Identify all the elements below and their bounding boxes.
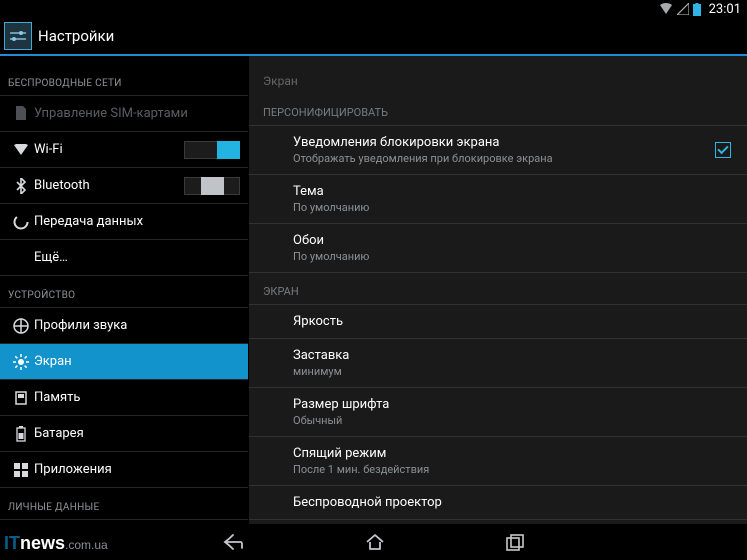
sidebar-item-data-usage[interactable]: Передача данных [0, 204, 248, 240]
sidebar-item-label: Профили звука [34, 318, 240, 333]
detail-title: Экран [249, 56, 747, 94]
sidebar-item-bluetooth[interactable]: Bluetooth [0, 168, 248, 204]
battery-icon [693, 3, 701, 16]
sidebar-item-apps[interactable]: Приложения [0, 452, 248, 488]
pref-subtitle: По умолчанию [293, 250, 731, 263]
battery-icon [8, 426, 34, 442]
sidebar-item-label: Ещё… [34, 250, 240, 265]
pref-title: Спящий режим [293, 446, 731, 461]
sound-icon [8, 318, 34, 334]
wifi-toggle[interactable] [184, 141, 240, 159]
data-usage-icon [8, 214, 34, 230]
lock-notifications-checkbox[interactable] [715, 142, 731, 158]
sidebar-item-label: Батарея [34, 426, 240, 441]
nav-home-button[interactable] [365, 533, 385, 551]
sidebar-item-label: Приложения [34, 462, 240, 477]
pref-title: Уведомления блокировки экрана [293, 135, 715, 150]
sidebar-item-wifi[interactable]: Wi-Fi [0, 132, 248, 168]
pref-subtitle: минимум [293, 365, 731, 378]
watermark-it: IT [4, 533, 20, 553]
pref-sleep[interactable]: Спящий режим После 1 мин. бездействия [249, 437, 747, 486]
status-clock: 23:01 [709, 2, 741, 17]
pref-title: Размер шрифта [293, 397, 731, 412]
bluetooth-icon [8, 178, 34, 194]
settings-app-icon [4, 22, 32, 50]
pref-title: Заставка [293, 348, 731, 363]
display-icon [8, 354, 34, 370]
cell-signal-icon [677, 3, 689, 15]
pref-theme[interactable]: Тема По умолчанию [249, 175, 747, 224]
section-header-wireless: БЕСПРОВОДНЫЕ СЕТИ [0, 56, 248, 96]
sidebar-item-display[interactable]: Экран [0, 344, 248, 380]
pref-subtitle: Отображать уведомления при блокировке эк… [293, 152, 715, 165]
status-bar: 23:01 [0, 0, 747, 18]
wifi-icon [8, 144, 34, 156]
sim-icon [8, 106, 34, 122]
sidebar-item-battery[interactable]: Батарея [0, 416, 248, 452]
section-header-personal: ЛИЧНЫЕ ДАННЫЕ [0, 488, 248, 520]
wifi-status-icon [659, 3, 673, 15]
sidebar-item-sound[interactable]: Профили звука [0, 308, 248, 344]
sidebar-item-label: Управление SIM-картами [34, 106, 240, 121]
pref-font-size[interactable]: Размер шрифта Обычный [249, 388, 747, 437]
sidebar-item-more[interactable]: Ещё… [0, 240, 248, 276]
pref-lock-notifications[interactable]: Уведомления блокировки экрана Отображать… [249, 126, 747, 175]
apps-icon [8, 463, 34, 477]
pref-brightness[interactable]: Яркость [249, 305, 747, 339]
pref-title: Беспроводной проектор [293, 495, 731, 510]
sidebar-item-storage[interactable]: Память [0, 380, 248, 416]
category-screen: ЭКРАН [249, 273, 747, 305]
pref-subtitle: Обычный [293, 414, 731, 427]
nav-back-button[interactable] [223, 533, 245, 551]
app-title: Настройки [38, 27, 114, 45]
watermark-news: news [20, 533, 65, 553]
pref-title: Обои [293, 233, 731, 248]
sidebar-item-sim[interactable]: Управление SIM-картами [0, 96, 248, 132]
sidebar-item-label: Wi-Fi [34, 142, 184, 157]
pref-title: Яркость [293, 314, 731, 329]
watermark-domain: .com.ua [65, 538, 108, 552]
pref-daydream[interactable]: Заставка минимум [249, 339, 747, 388]
watermark: ITnews.com.ua [4, 533, 108, 554]
section-header-device: УСТРОЙСТВО [0, 276, 248, 308]
pref-wallpaper[interactable]: Обои По умолчанию [249, 224, 747, 273]
pref-subtitle: По умолчанию [293, 201, 731, 214]
content-area: БЕСПРОВОДНЫЕ СЕТИ Управление SIM-картами… [0, 56, 747, 524]
pref-cast[interactable]: Беспроводной проектор [249, 486, 747, 520]
nav-recent-button[interactable] [505, 533, 525, 551]
sidebar-item-label: Память [34, 390, 240, 405]
settings-sidebar: БЕСПРОВОДНЫЕ СЕТИ Управление SIM-картами… [0, 56, 248, 524]
bluetooth-toggle[interactable] [184, 177, 240, 195]
detail-pane: Экран ПЕРСОНИФИЦИРОВАТЬ Уведомления блок… [248, 56, 747, 524]
app-bar: Настройки [0, 18, 747, 56]
pref-subtitle: После 1 мин. бездействия [293, 463, 731, 476]
sidebar-item-label: Bluetooth [34, 178, 184, 193]
sidebar-item-label: Передача данных [34, 214, 240, 229]
pref-title: Тема [293, 184, 731, 199]
storage-icon [8, 390, 34, 406]
navigation-bar [0, 524, 747, 560]
category-personalize: ПЕРСОНИФИЦИРОВАТЬ [249, 94, 747, 126]
sidebar-item-label: Экран [34, 354, 240, 369]
